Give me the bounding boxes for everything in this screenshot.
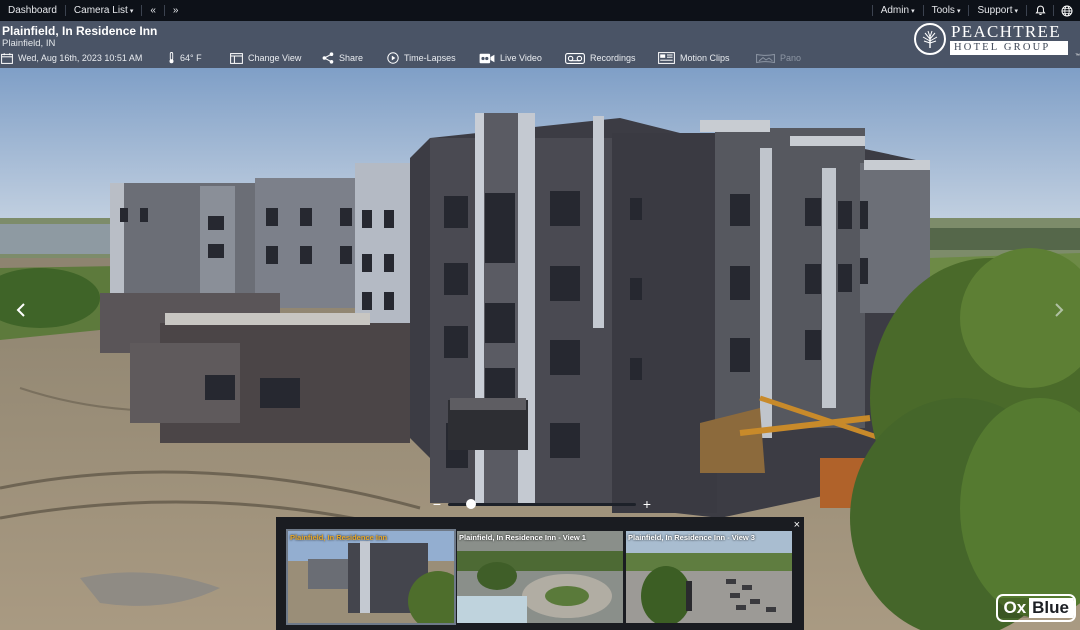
tree-logo-icon	[914, 23, 946, 55]
caret-down-icon: ▾	[1014, 7, 1018, 15]
motion-clip-icon	[658, 52, 675, 64]
change-view-button[interactable]: Change View	[230, 52, 302, 64]
zoom-slider-handle[interactable]	[465, 498, 476, 509]
nav-support[interactable]: Support ▾	[969, 5, 1026, 16]
zoom-control: − +	[432, 497, 652, 511]
globe-icon	[1061, 5, 1073, 16]
nav-admin-label: Admin	[880, 5, 910, 16]
brand-name: PEACHTREE	[951, 22, 1061, 41]
next-camera-button[interactable]: »	[165, 5, 187, 16]
nav-camera-list[interactable]: Camera List ▾	[66, 5, 141, 16]
thumbnail-camera[interactable]: Plainfield, In Residence Inn - View 1	[457, 531, 623, 623]
close-thumbnails-button[interactable]: ×	[794, 519, 800, 531]
weather-readout: 64° F	[168, 52, 202, 64]
recording-tape-icon	[565, 52, 585, 64]
share-label: Share	[339, 53, 364, 63]
recordings-button[interactable]: Recordings	[565, 52, 636, 64]
nav-dashboard[interactable]: Dashboard	[0, 5, 65, 16]
pano-label: Pano	[780, 53, 802, 63]
pano-button[interactable]: Pano	[756, 53, 801, 64]
thumbnail-label: Plainfield, In Residence Inn - View 1	[459, 533, 586, 542]
nav-support-label: Support	[977, 5, 1013, 16]
previous-image-button[interactable]	[6, 295, 36, 325]
thumbnail-image	[457, 531, 623, 623]
temperature-value: 64° F	[180, 53, 202, 63]
logo-ox-text: Ox	[998, 598, 1030, 618]
notifications-button[interactable]	[1027, 0, 1053, 21]
time-lapses-label: Time-Lapses	[404, 53, 456, 63]
calendar-icon	[1, 52, 13, 64]
nav-camera-list-label: Camera List	[73, 5, 128, 16]
camera-thumbnail-strip: × Plainfield, In Residence Inn Plainfiel…	[276, 517, 804, 630]
thermometer-icon	[169, 52, 174, 64]
time-lapses-button[interactable]: Time-Lapses	[387, 52, 456, 64]
chevron-right-icon	[1055, 303, 1064, 317]
logo-blue-text: Blue	[1029, 598, 1074, 618]
oxblue-logo: Ox Blue	[996, 594, 1076, 622]
language-button[interactable]	[1054, 0, 1080, 21]
double-chevron-left-icon: «	[150, 5, 156, 16]
thumbnail-image	[288, 531, 454, 623]
thumbnail-label: Plainfield, In Residence Inn - View 3	[628, 533, 755, 542]
thumbnail-label: Plainfield, In Residence Inn	[290, 533, 388, 542]
play-circle-icon	[387, 52, 399, 64]
zoom-slider-track[interactable]	[448, 498, 636, 509]
live-video-label: Live Video	[500, 53, 542, 63]
caret-down-icon: ▾	[911, 7, 915, 15]
recordings-label: Recordings	[590, 53, 636, 63]
previous-camera-button[interactable]: «	[142, 5, 164, 16]
share-icon	[322, 52, 334, 64]
camera-location: Plainfield, IN	[2, 38, 56, 49]
motion-clips-button[interactable]: Motion Clips	[658, 52, 730, 64]
view-window-icon	[230, 52, 243, 64]
nav-admin[interactable]: Admin ▾	[873, 5, 923, 16]
zoom-out-button[interactable]: −	[432, 497, 442, 511]
client-logo: PEACHTREE HOTEL GROUP ™	[914, 22, 1080, 61]
camera-title: Plainfield, In Residence Inn	[2, 24, 158, 38]
caret-down-icon: ▾	[129, 7, 134, 15]
nav-tools[interactable]: Tools ▾	[924, 5, 969, 16]
change-view-label: Change View	[248, 53, 302, 63]
video-camera-icon	[479, 53, 495, 63]
chevron-left-icon	[16, 303, 25, 317]
trademark-mark: ™	[1075, 53, 1080, 59]
top-nav: Dashboard Camera List ▾ « » Admin ▾ Tool…	[0, 0, 1080, 21]
panorama-icon	[756, 53, 775, 63]
motion-clips-label: Motion Clips	[680, 53, 730, 63]
thumbnail-image	[626, 531, 792, 623]
nav-tools-label: Tools	[931, 5, 955, 16]
double-chevron-right-icon: »	[172, 5, 179, 16]
share-button[interactable]: Share	[322, 52, 363, 64]
date-picker-button[interactable]: Wed, Aug 16th, 2023 10:51 AM	[1, 52, 143, 64]
thumbnail-camera[interactable]: Plainfield, In Residence Inn	[286, 529, 456, 625]
live-video-button[interactable]: Live Video	[479, 53, 542, 64]
brand-subtitle: HOTEL GROUP	[950, 41, 1068, 55]
nav-dashboard-label: Dashboard	[8, 5, 57, 16]
bell-icon	[1034, 5, 1046, 15]
thumbnail-camera[interactable]: Plainfield, In Residence Inn - View 3	[626, 531, 792, 623]
next-image-button[interactable]	[1044, 295, 1074, 325]
caret-down-icon: ▾	[956, 7, 961, 15]
zoom-in-button[interactable]: +	[642, 497, 652, 511]
image-datetime: Wed, Aug 16th, 2023 10:51 AM	[18, 53, 143, 63]
